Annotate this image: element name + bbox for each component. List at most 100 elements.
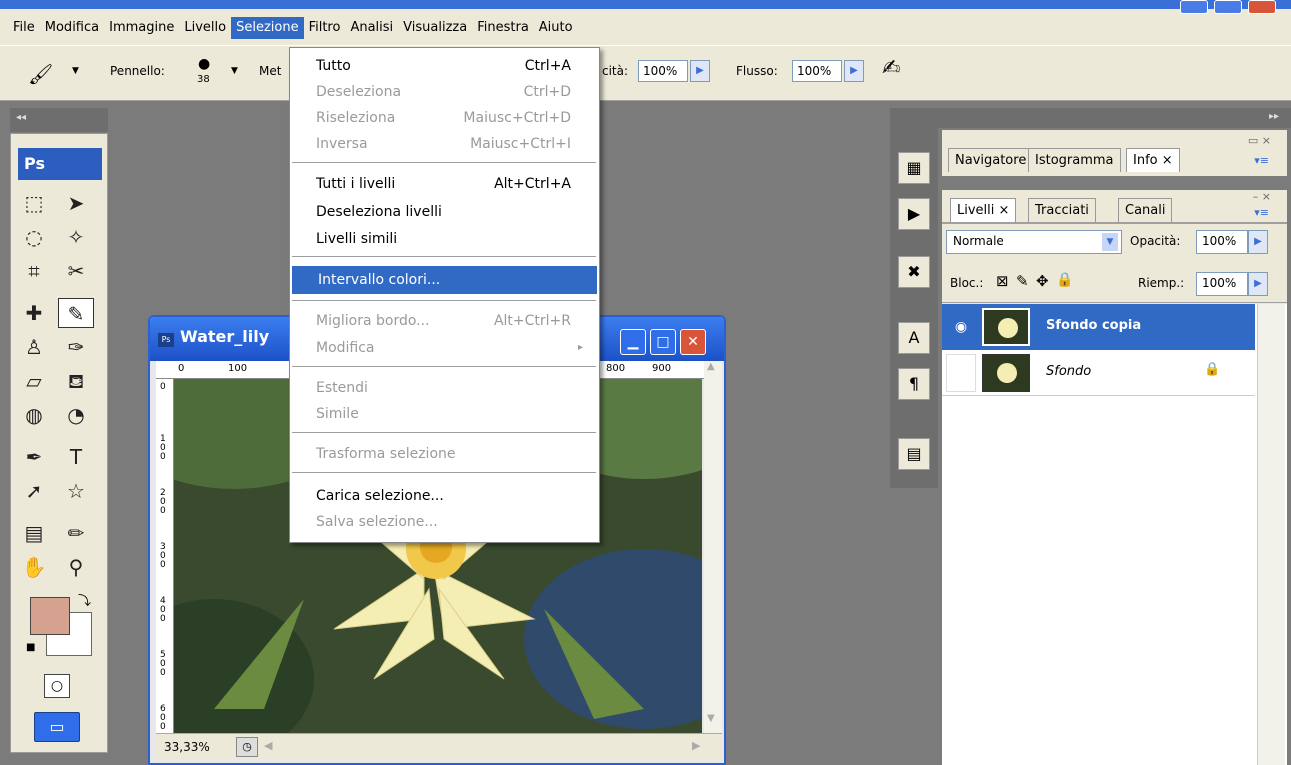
layer-row-sfondo-copia[interactable]: ◉ Sfondo copia: [942, 304, 1255, 350]
character-panel-icon[interactable]: A: [898, 322, 930, 354]
history-brush-tool-icon[interactable]: ✑: [58, 332, 94, 362]
notes-tool-icon[interactable]: ▤: [16, 518, 52, 548]
panel-collapse-icon[interactable]: ▭ ×: [1248, 134, 1271, 147]
scroll-right-arrow-icon[interactable]: ▶: [692, 739, 700, 752]
lock-transparency-icon[interactable]: ⊠: [996, 272, 1009, 290]
brush-preview-icon[interactable]: ●: [198, 56, 210, 72]
dodge-tool-icon[interactable]: ◔: [58, 400, 94, 430]
lock-all-icon[interactable]: 🔒: [1056, 272, 1073, 288]
tab-navigatore[interactable]: Navigatore: [948, 148, 1034, 172]
opacity-slider-arrow-icon[interactable]: ▶: [690, 60, 710, 82]
menu-filtro[interactable]: Filtro: [304, 17, 346, 39]
paragraph-panel-icon[interactable]: ¶: [898, 368, 930, 400]
eye-visibility-toggle[interactable]: [946, 354, 976, 392]
menu-item-estendi[interactable]: Estendi: [290, 376, 599, 400]
status-info-icon[interactable]: ◷: [236, 737, 258, 757]
eye-visibility-icon[interactable]: ◉: [946, 308, 976, 346]
clone-stamp-tool-icon[interactable]: ♙: [16, 332, 52, 362]
fill-slider-arrow-icon[interactable]: ▶: [1248, 272, 1268, 296]
menu-item-trasforma-selezione[interactable]: Trasforma selezione: [290, 442, 599, 466]
layer-name[interactable]: Sfondo copia: [1046, 318, 1141, 333]
layer-row-sfondo[interactable]: Sfondo 🔒: [942, 350, 1255, 396]
window-minimize-button[interactable]: [1180, 0, 1208, 14]
menu-file[interactable]: File: [8, 17, 40, 39]
tab-info[interactable]: Info ×: [1126, 148, 1180, 172]
zoom-level[interactable]: 33,33%: [164, 740, 210, 754]
hand-tool-icon[interactable]: ✋: [16, 552, 52, 582]
eraser-tool-icon[interactable]: ▱: [16, 366, 52, 396]
menu-item-inversa[interactable]: Inversa Maiusc+Ctrl+I: [290, 132, 599, 156]
menu-item-riseleziona[interactable]: Riseleziona Maiusc+Ctrl+D: [290, 106, 599, 130]
tab-livelli[interactable]: Livelli ×: [950, 198, 1017, 222]
tab-canali[interactable]: Canali: [1118, 198, 1173, 222]
actions-panel-icon[interactable]: ▶: [898, 198, 930, 230]
blur-tool-icon[interactable]: ◍: [16, 400, 52, 430]
lock-image-icon[interactable]: ✎: [1016, 272, 1029, 290]
menu-item-deseleziona-livelli[interactable]: Deseleziona livelli: [290, 200, 599, 224]
close-tab-icon[interactable]: ×: [999, 203, 1010, 218]
blend-mode-select[interactable]: Normale ▼: [946, 230, 1122, 254]
layer-name[interactable]: Sfondo: [1046, 364, 1091, 379]
tool-presets-panel-icon[interactable]: ✖: [898, 256, 930, 288]
screen-mode-icon[interactable]: ▭: [34, 712, 80, 742]
paint-bucket-tool-icon[interactable]: ⛾: [58, 366, 94, 396]
tab-tracciati[interactable]: Tracciati: [1028, 198, 1096, 222]
document-minimize-button[interactable]: ▁: [620, 329, 646, 355]
swap-colors-icon[interactable]: ⤵: [78, 590, 91, 609]
panel-menu-icon[interactable]: ▾≡: [1254, 154, 1269, 167]
menu-item-tutto[interactable]: Tutto Ctrl+A: [290, 54, 599, 78]
menu-item-tutti-i-livelli[interactable]: Tutti i livelli Alt+Ctrl+A: [290, 172, 599, 196]
menu-livello[interactable]: Livello: [179, 17, 231, 39]
slice-tool-icon[interactable]: ✂: [58, 256, 94, 286]
crop-tool-icon[interactable]: ⌗: [16, 256, 52, 286]
foreground-color-swatch[interactable]: [30, 597, 70, 635]
lock-position-icon[interactable]: ✥: [1036, 272, 1049, 290]
window-maximize-button[interactable]: [1214, 0, 1242, 14]
layers-scrollbar[interactable]: [1257, 304, 1285, 765]
menu-item-salva-selezione[interactable]: Salva selezione...: [290, 510, 599, 534]
opacity-slider-arrow-icon[interactable]: ▶: [1248, 230, 1268, 254]
flow-slider-arrow-icon[interactable]: ▶: [844, 60, 864, 82]
magic-wand-tool-icon[interactable]: ✧: [58, 222, 94, 252]
menu-analisi[interactable]: Analisi: [345, 17, 398, 39]
scroll-up-arrow-icon[interactable]: ▲: [707, 361, 715, 372]
path-selection-tool-icon[interactable]: ➚: [16, 476, 52, 506]
brush-tool-icon[interactable]: ✎: [58, 298, 94, 328]
navigator-panel-icon[interactable]: ▦: [898, 152, 930, 184]
type-tool-icon[interactable]: T: [58, 442, 94, 472]
layer-opacity-input[interactable]: 100%: [1196, 230, 1248, 254]
custom-shape-tool-icon[interactable]: ☆: [58, 476, 94, 506]
menu-modifica[interactable]: Modifica: [40, 17, 104, 39]
scroll-left-arrow-icon[interactable]: ◀: [264, 739, 272, 752]
document-maximize-button[interactable]: □: [650, 329, 676, 355]
menu-item-migliora-bordo[interactable]: Migliora bordo... Alt+Ctrl+R: [290, 309, 599, 333]
layer-fill-input[interactable]: 100%: [1196, 272, 1248, 296]
menu-item-livelli-simili[interactable]: Livelli simili: [290, 227, 599, 251]
menu-aiuto[interactable]: Aiuto: [534, 17, 578, 39]
tab-istogramma[interactable]: Istogramma: [1028, 148, 1121, 172]
pen-tool-icon[interactable]: ✒: [16, 442, 52, 472]
marquee-tool-icon[interactable]: ⬚: [16, 188, 52, 218]
eyedropper-tool-icon[interactable]: ✏: [58, 518, 94, 548]
vertical-scrollbar[interactable]: ▲ ▼: [704, 361, 722, 733]
window-close-button[interactable]: [1248, 0, 1276, 14]
document-close-button[interactable]: ✕: [680, 329, 706, 355]
menu-immagine[interactable]: Immagine: [104, 17, 179, 39]
menu-item-modifica[interactable]: Modifica ▸: [290, 336, 599, 360]
panel-collapse-icon[interactable]: – ×: [1253, 190, 1271, 203]
quick-mask-icon[interactable]: ○: [44, 674, 70, 698]
menu-item-carica-selezione[interactable]: Carica selezione...: [290, 484, 599, 508]
healing-brush-tool-icon[interactable]: ✚: [16, 298, 52, 328]
brush-tool-icon[interactable]: 🖌: [28, 62, 53, 86]
brush-picker-arrow-icon[interactable]: ▼: [231, 66, 238, 76]
zoom-tool-icon[interactable]: ⚲: [58, 552, 94, 582]
scroll-down-arrow-icon[interactable]: ▼: [707, 713, 715, 724]
airbrush-icon[interactable]: ✍: [882, 56, 900, 81]
panel-menu-icon[interactable]: ▾≡: [1254, 206, 1269, 219]
move-tool-icon[interactable]: ➤: [58, 188, 94, 218]
opacity-input[interactable]: 100%: [638, 60, 688, 82]
tool-preset-arrow-icon[interactable]: ▼: [72, 66, 79, 76]
menu-item-simile[interactable]: Simile: [290, 402, 599, 426]
default-colors-icon[interactable]: ■: [26, 642, 35, 653]
flow-input[interactable]: 100%: [792, 60, 842, 82]
